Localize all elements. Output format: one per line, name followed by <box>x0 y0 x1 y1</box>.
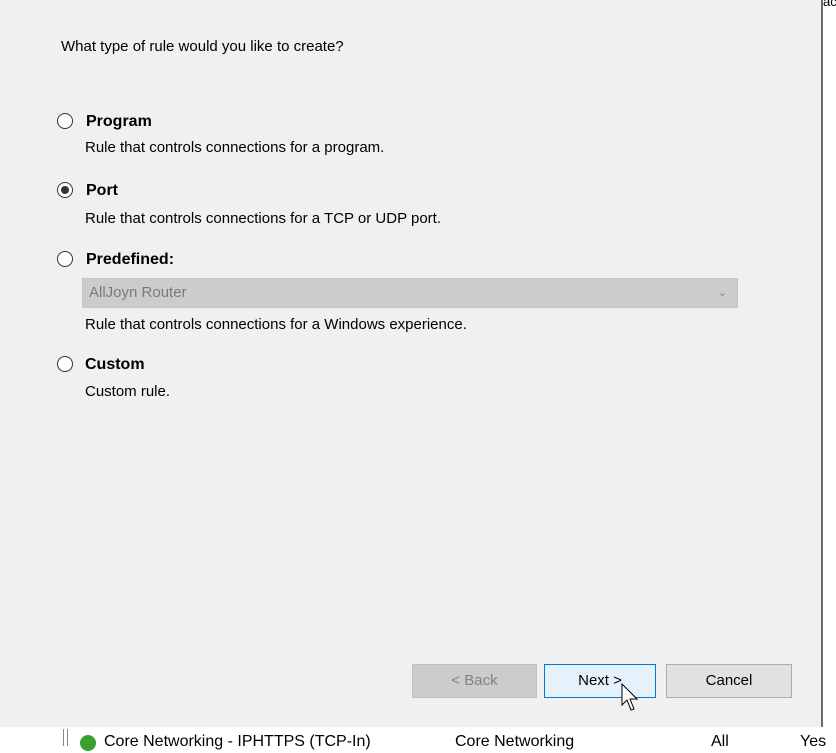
background-rule-row[interactable]: Core Networking - IPHTTPS (TCP-In) Core … <box>0 733 836 753</box>
mouse-cursor-icon <box>621 683 639 711</box>
program-radio[interactable] <box>57 113 73 129</box>
background-window-text: ac <box>823 0 836 9</box>
rule-name: Core Networking - IPHTTPS (TCP-In) <box>104 733 371 750</box>
rule-profile: All <box>711 733 729 750</box>
port-label[interactable]: Port <box>86 182 118 200</box>
custom-label[interactable]: Custom <box>85 356 145 374</box>
predefined-radio[interactable] <box>57 251 73 267</box>
port-radio[interactable] <box>57 182 73 198</box>
cancel-button[interactable]: Cancel <box>666 664 792 698</box>
port-description: Rule that controls connections for a TCP… <box>85 210 442 227</box>
predefined-select-value: AllJoyn Router <box>89 284 187 301</box>
rule-group: Core Networking <box>455 733 575 750</box>
program-label[interactable]: Program <box>86 113 152 131</box>
custom-description: Custom rule. <box>85 383 171 400</box>
predefined-select[interactable]: AllJoyn Router ⌄ <box>82 278 738 308</box>
predefined-label[interactable]: Predefined: <box>86 251 174 269</box>
predefined-description: Rule that controls connections for a Win… <box>85 316 467 333</box>
new-inbound-rule-wizard-dialog: What type of rule would you like to crea… <box>0 0 823 727</box>
back-button[interactable]: < Back <box>412 664 537 698</box>
chevron-down-icon: ⌄ <box>717 287 727 299</box>
custom-radio[interactable] <box>57 356 73 372</box>
rule-type-question: What type of rule would you like to crea… <box>61 38 344 55</box>
rule-enabled: Yes <box>800 733 827 750</box>
program-description: Rule that controls connections for a pro… <box>85 139 385 156</box>
